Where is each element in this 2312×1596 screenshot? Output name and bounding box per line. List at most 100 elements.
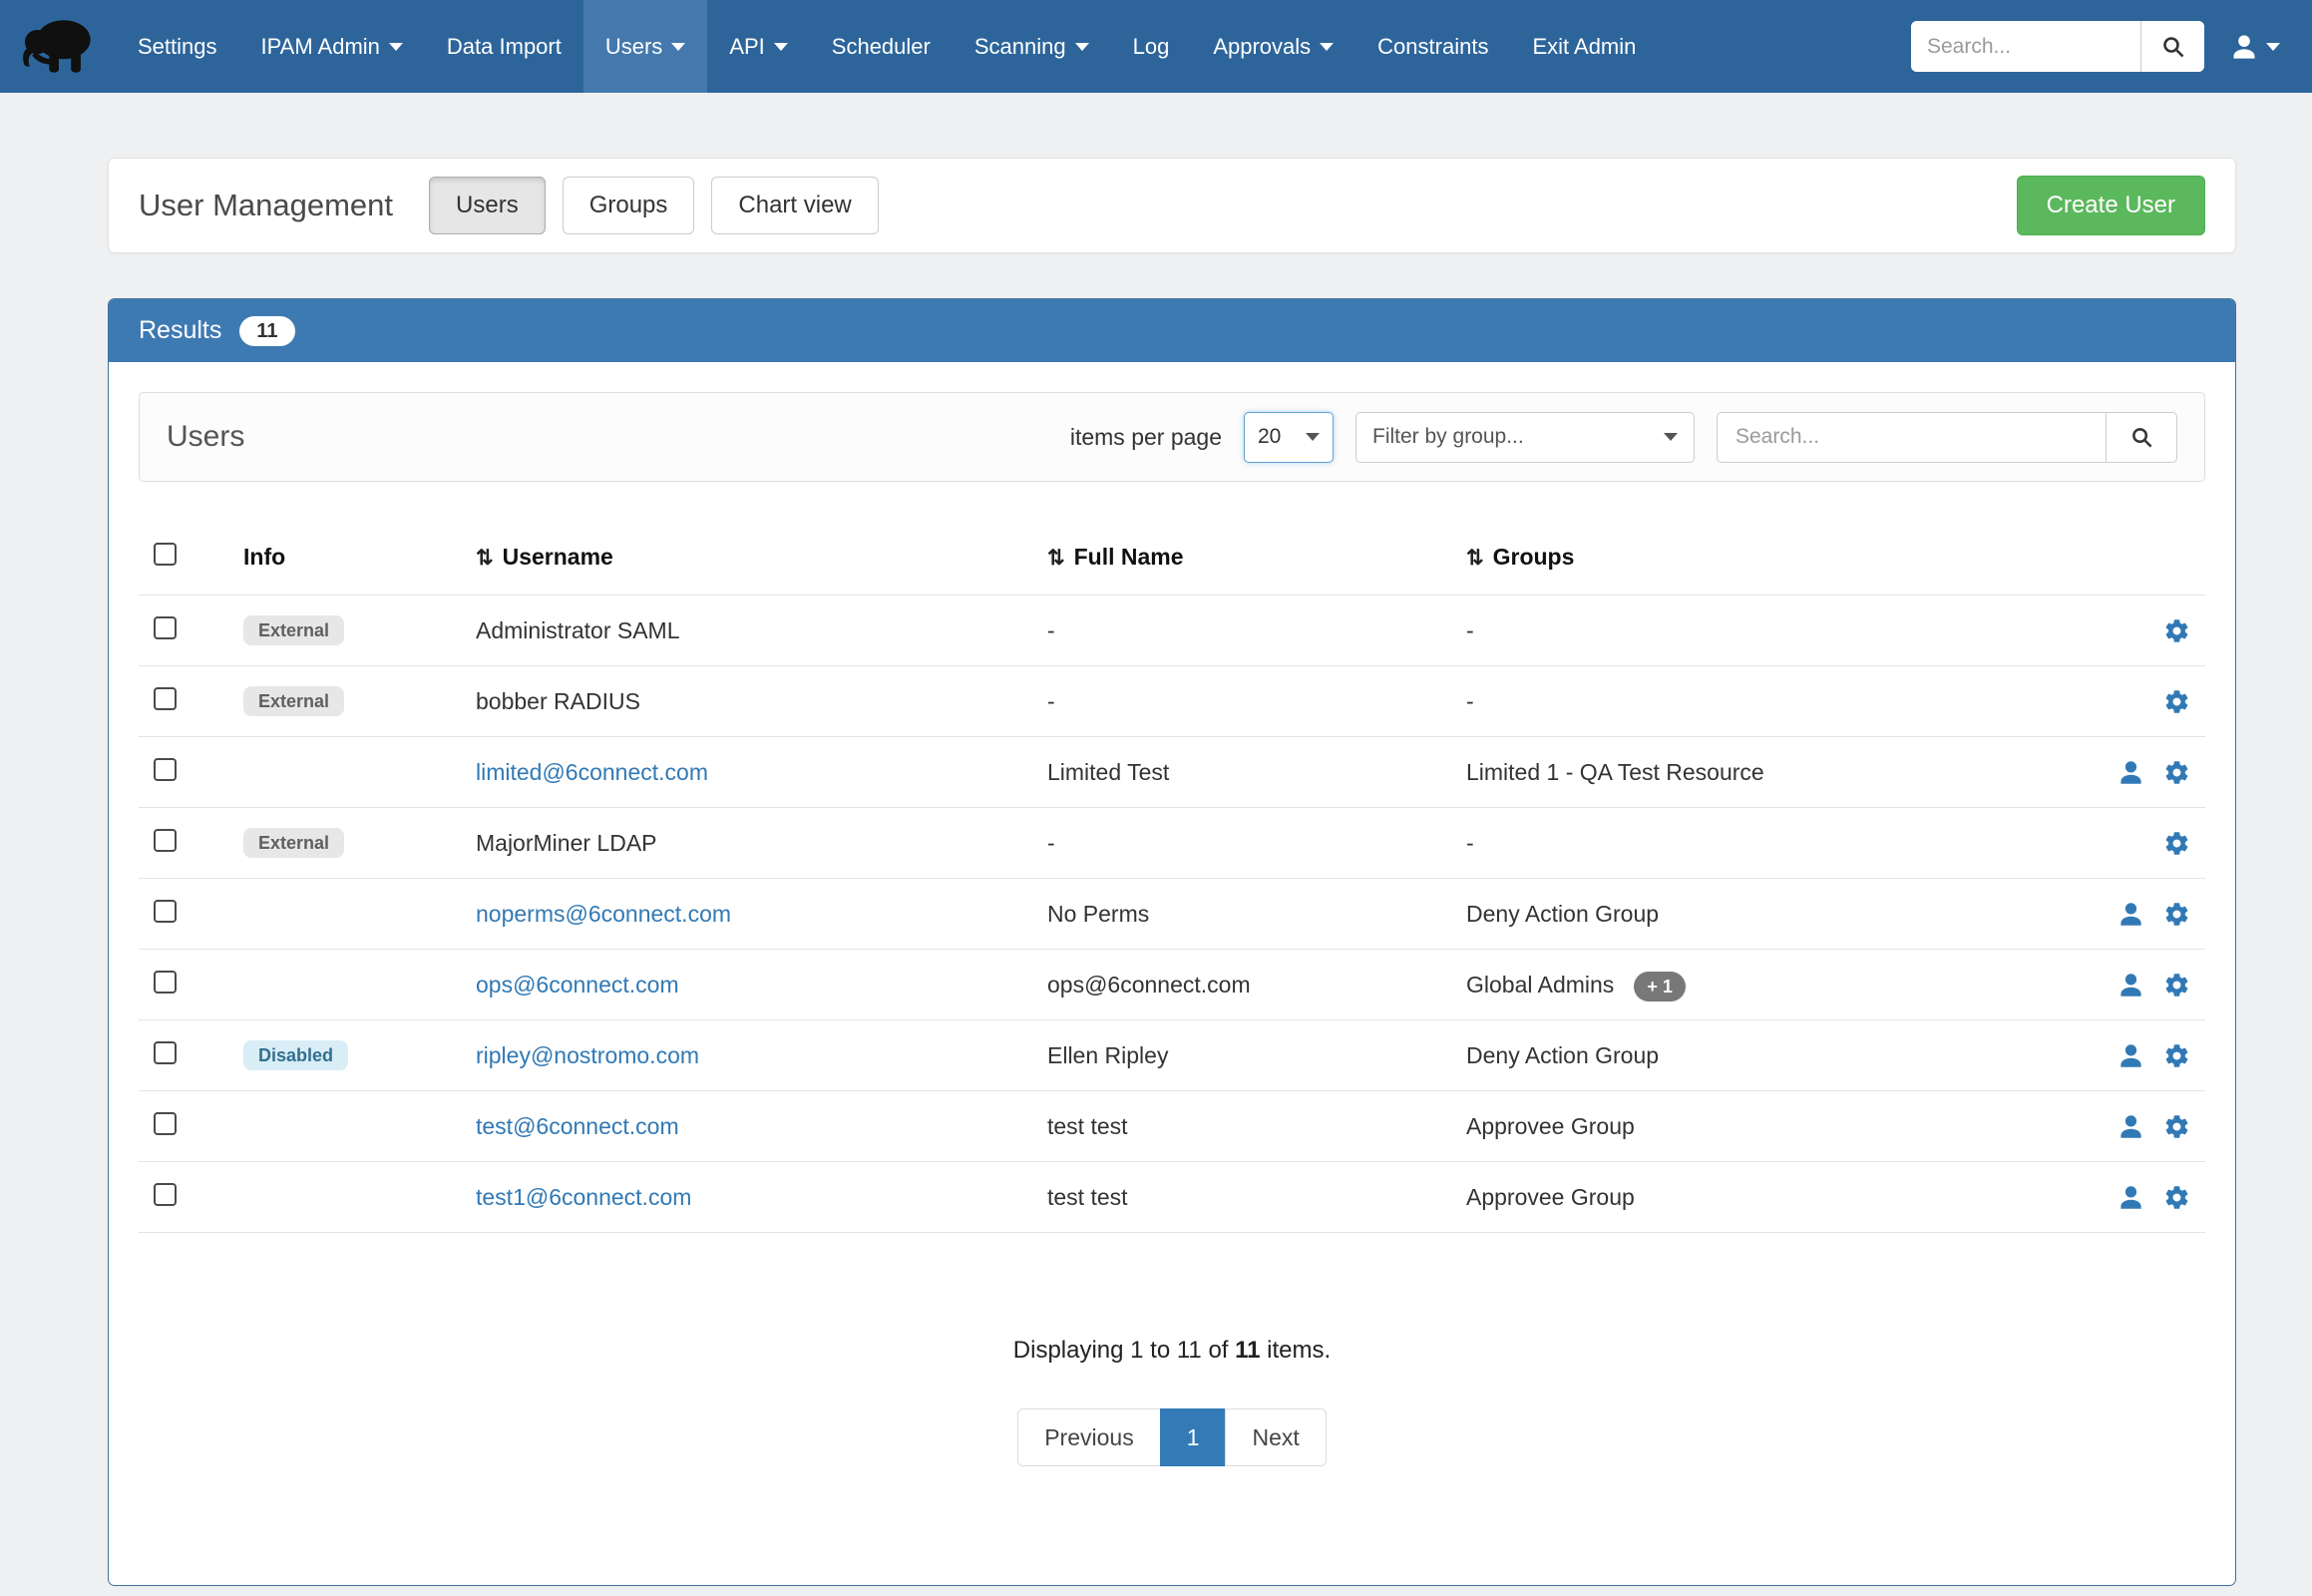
page-title: User Management xyxy=(139,188,393,223)
table-search-input[interactable] xyxy=(1717,412,2106,463)
groups-text: Global Admins xyxy=(1466,972,1614,998)
nav-item-users[interactable]: Users xyxy=(583,0,707,93)
full-name-cell: - xyxy=(1047,830,1466,857)
nav-item-ipam-admin[interactable]: IPAM Admin xyxy=(239,0,425,93)
chevron-down-icon xyxy=(2266,43,2280,51)
nav-item-data-import[interactable]: Data Import xyxy=(425,0,583,93)
user-icon[interactable] xyxy=(2118,972,2144,998)
select-all-checkbox[interactable] xyxy=(154,543,177,566)
column-header-label: Groups xyxy=(1493,544,1575,570)
row-checkbox[interactable] xyxy=(154,687,177,710)
nav-label: Scheduler xyxy=(832,34,931,60)
username-link[interactable]: test@6connect.com xyxy=(476,1113,679,1139)
summary-suffix: items. xyxy=(1261,1337,1332,1364)
username-text: Administrator SAML xyxy=(476,617,1047,644)
search-icon xyxy=(2161,35,2185,59)
username-link[interactable]: ripley@nostromo.com xyxy=(476,1042,699,1068)
top-navbar: Settings IPAM Admin Data Import Users AP… xyxy=(0,0,2312,93)
mammoth-logo-icon xyxy=(20,14,98,80)
nav-item-approvals[interactable]: Approvals xyxy=(1191,0,1355,93)
username-text: bobber RADIUS xyxy=(476,688,1047,715)
sort-icon[interactable]: ⇅ xyxy=(1047,547,1065,570)
full-name-cell: test test xyxy=(1047,1184,1466,1211)
sort-icon[interactable]: ⇅ xyxy=(476,547,494,570)
filter-by-group-select[interactable]: Filter by group... xyxy=(1355,412,1695,463)
gear-icon[interactable] xyxy=(2163,830,2190,857)
app-logo[interactable] xyxy=(0,0,116,93)
summary-prefix: Displaying 1 to 11 of xyxy=(1013,1337,1235,1364)
user-icon[interactable] xyxy=(2118,1184,2144,1211)
username-link[interactable]: limited@6connect.com xyxy=(476,759,708,785)
nav-label: Users xyxy=(605,34,662,60)
summary-count: 11 xyxy=(1235,1337,1260,1364)
username-link[interactable]: test1@6connect.com xyxy=(476,1184,691,1210)
row-checkbox[interactable] xyxy=(154,758,177,781)
create-user-button[interactable]: Create User xyxy=(2017,176,2205,235)
nav-label: IPAM Admin xyxy=(261,34,380,60)
gear-icon[interactable] xyxy=(2163,1184,2190,1211)
global-search-button[interactable] xyxy=(2140,21,2204,72)
row-checkbox[interactable] xyxy=(154,900,177,923)
view-tab-chart-view[interactable]: Chart view xyxy=(711,177,878,234)
view-tab-groups[interactable]: Groups xyxy=(563,177,695,234)
row-checkbox[interactable] xyxy=(154,1183,177,1206)
table-row: ops@6connect.com ops@6connect.com Global… xyxy=(139,950,2205,1020)
row-checkbox[interactable] xyxy=(154,616,177,639)
global-search-input[interactable] xyxy=(1911,21,2140,72)
global-search xyxy=(1911,21,2204,72)
nav-item-api[interactable]: API xyxy=(707,0,809,93)
toolbar-title: Users xyxy=(167,420,244,454)
user-icon[interactable] xyxy=(2118,1042,2144,1069)
user-account-menu[interactable] xyxy=(2230,33,2280,61)
next-page-button[interactable]: Next xyxy=(1225,1408,1326,1466)
row-checkbox[interactable] xyxy=(154,1041,177,1064)
nav-label: Constraints xyxy=(1377,34,1488,60)
table-row: test@6connect.com test test Approvee Gro… xyxy=(139,1091,2205,1162)
user-icon[interactable] xyxy=(2118,901,2144,928)
gear-icon[interactable] xyxy=(2163,1113,2190,1140)
row-checkbox[interactable] xyxy=(154,829,177,852)
gear-icon[interactable] xyxy=(2163,617,2190,644)
table-search-button[interactable] xyxy=(2106,412,2177,463)
nav-item-constraints[interactable]: Constraints xyxy=(1355,0,1510,93)
chevron-down-icon xyxy=(774,43,788,51)
groups-cell: Global Admins + 1 xyxy=(1466,972,2061,998)
nav-item-scheduler[interactable]: Scheduler xyxy=(810,0,953,93)
row-checkbox[interactable] xyxy=(154,971,177,994)
gear-icon[interactable] xyxy=(2163,759,2190,786)
table-toolbar: Users items per page 20 Filter by group.… xyxy=(139,392,2205,482)
page-1-button[interactable]: 1 xyxy=(1160,1408,1227,1466)
row-checkbox[interactable] xyxy=(154,1112,177,1135)
nav-item-log[interactable]: Log xyxy=(1111,0,1192,93)
username-link[interactable]: noperms@6connect.com xyxy=(476,901,731,927)
table-row: noperms@6connect.com No Perms Deny Actio… xyxy=(139,879,2205,950)
pagination: Previous 1 Next xyxy=(139,1408,2205,1466)
groups-cell: - xyxy=(1466,617,2061,644)
full-name-cell: No Perms xyxy=(1047,901,1466,928)
groups-cell: Deny Action Group xyxy=(1466,1042,2061,1069)
user-icon[interactable] xyxy=(2118,1113,2144,1140)
gear-icon[interactable] xyxy=(2163,901,2190,928)
filter-by-group-value: Filter by group... xyxy=(1372,425,1524,449)
nav-label: Approvals xyxy=(1213,34,1311,60)
nav-label: API xyxy=(729,34,764,60)
nav-item-scanning[interactable]: Scanning xyxy=(953,0,1111,93)
chevron-down-icon xyxy=(1664,433,1678,441)
more-groups-badge[interactable]: + 1 xyxy=(1634,972,1686,1001)
username-link[interactable]: ops@6connect.com xyxy=(476,972,679,998)
user-icon[interactable] xyxy=(2118,759,2144,786)
gear-icon[interactable] xyxy=(2163,972,2190,998)
items-per-page-select[interactable]: 20 xyxy=(1244,412,1334,463)
column-header-username[interactable]: ⇅Username xyxy=(476,544,1047,571)
nav-menu: Settings IPAM Admin Data Import Users AP… xyxy=(116,0,1658,93)
gear-icon[interactable] xyxy=(2163,688,2190,715)
column-header-full-name[interactable]: ⇅Full Name xyxy=(1047,544,1466,571)
gear-icon[interactable] xyxy=(2163,1042,2190,1069)
chevron-down-icon xyxy=(1320,43,1334,51)
sort-icon[interactable]: ⇅ xyxy=(1466,547,1484,570)
nav-item-exit-admin[interactable]: Exit Admin xyxy=(1510,0,1658,93)
view-tab-users[interactable]: Users xyxy=(429,177,546,234)
previous-page-button[interactable]: Previous xyxy=(1017,1408,1160,1466)
column-header-groups[interactable]: ⇅ Groups xyxy=(1466,544,2061,571)
nav-item-settings[interactable]: Settings xyxy=(116,0,239,93)
